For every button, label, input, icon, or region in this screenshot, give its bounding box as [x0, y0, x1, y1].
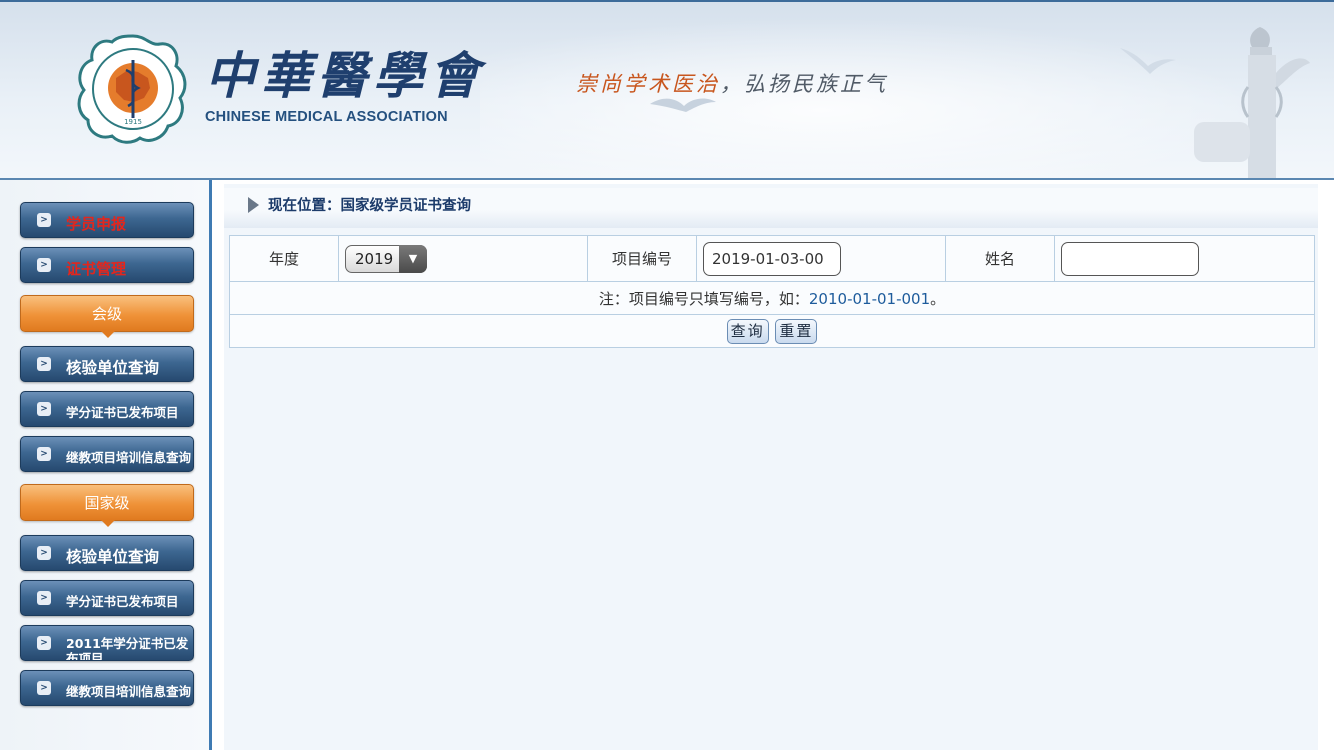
seal-year: 1915 [124, 118, 142, 126]
section-notch [101, 331, 115, 338]
search-button[interactable]: 查询 [726, 318, 769, 344]
year-label: 年度 [229, 235, 339, 282]
sidebar-item-hui-published-projects[interactable]: > 学分证书已发布项目 [20, 391, 194, 427]
header-slogan: 崇尚学术医治，弘扬民族正气 [576, 66, 956, 102]
note-suffix: 。 [930, 289, 946, 308]
sidebar-item-guo-published-projects[interactable]: > 学分证书已发布项目 [20, 580, 194, 616]
sidebar-item-guo-2011-published[interactable]: > 2011年学分证书已发布项目 [20, 625, 194, 661]
note-row: 注：项目编号只填写编号，如：2010-01-01-001。 [229, 281, 1315, 315]
section-label: 国家级 [84, 494, 130, 512]
chevron-right-icon: > [37, 636, 51, 650]
sidebar-item-student-declaration[interactable]: > 学员申报 [20, 202, 194, 238]
name-label: 姓名 [945, 235, 1055, 282]
sidebar-section-national-level[interactable]: 国家级 [20, 484, 194, 527]
button-row: 查询 重置 [229, 314, 1315, 348]
name-cell [1054, 235, 1315, 282]
project-number-cell [696, 235, 946, 282]
sidebar-item-label: 学员申报 [66, 215, 127, 233]
reset-button[interactable]: 重置 [775, 318, 818, 344]
sidebar-item-label: 继教项目培训信息查询 [66, 450, 192, 465]
chevron-right-icon: > [37, 213, 51, 227]
sidebar-item-label: 核验单位查询 [66, 359, 160, 377]
chevron-down-icon: ▼ [399, 244, 427, 273]
crane-icon [650, 98, 716, 112]
project-number-label: 项目编号 [587, 235, 697, 282]
note-example: 2010-01-01-001 [808, 289, 931, 308]
sidebar-item-label: 证书管理 [66, 260, 127, 278]
sidebar-item-label: 继教项目培训信息查询 [66, 684, 192, 699]
breadcrumb: 现在位置：国家级学员证书查询 [224, 188, 1318, 228]
sidebar-item-guo-verify-unit[interactable]: > 核验单位查询 [20, 535, 194, 571]
association-seal-icon: 1915 [77, 34, 187, 144]
name-input[interactable] [1061, 241, 1199, 276]
sidebar-item-label: 学分证书已发布项目 [66, 405, 179, 420]
chevron-right-icon: > [37, 402, 51, 416]
logo-chinese-title: 中華醫學會 [205, 46, 485, 105]
slogan-part-2: 弘扬民族正气 [744, 72, 888, 96]
sidebar-section-association-level[interactable]: 会级 [20, 295, 194, 338]
query-form: 年度 2019 ▼ 项目编号 姓名 注：项目编号只填写编号，如：2010-01-… [229, 235, 1315, 348]
sidebar-item-hui-verify-unit[interactable]: > 核验单位查询 [20, 346, 194, 382]
sidebar-item-label: 核验单位查询 [66, 548, 160, 566]
chevron-right-icon: > [37, 357, 51, 371]
breadcrumb-arrow-icon [248, 197, 259, 213]
sidebar-item-certificate-management[interactable]: > 证书管理 [20, 247, 194, 283]
chevron-right-icon: > [37, 258, 51, 272]
note-prefix: 注：项目编号只填写编号，如： [598, 289, 809, 308]
chevron-right-icon: > [37, 447, 51, 461]
chevron-right-icon: > [37, 591, 51, 605]
chevron-right-icon: > [37, 546, 51, 560]
year-select-value: 2019 [355, 249, 394, 268]
slogan-separator: ， [720, 72, 744, 96]
crane-icon-2 [1120, 48, 1176, 74]
year-select[interactable]: 2019 ▼ [345, 244, 427, 273]
sidebar-item-guo-training-info[interactable]: > 继教项目培训信息查询 [20, 670, 194, 706]
huabiao-pillar-icon [1194, 27, 1310, 180]
sidebar: > 学员申报 > 证书管理 会级 > 核验单位查询 > 学分证书已发布项目 > … [0, 180, 212, 750]
breadcrumb-text: 现在位置：国家级学员证书查询 [268, 198, 471, 214]
sidebar-item-hui-training-info[interactable]: > 继教项目培训信息查询 [20, 436, 194, 472]
sidebar-item-label: 2011年学分证书已发布项目 [66, 636, 189, 661]
project-number-input[interactable] [703, 241, 841, 276]
logo-english-title: CHINESE MEDICAL ASSOCIATION [205, 109, 448, 125]
section-notch [101, 520, 115, 527]
year-cell: 2019 ▼ [338, 235, 588, 282]
chevron-right-icon: > [37, 681, 51, 695]
section-label: 会级 [91, 305, 122, 323]
sidebar-item-label: 学分证书已发布项目 [66, 594, 179, 609]
site-header: 1915 中華醫學會 CHINESE MEDICAL ASSOCIATION 崇… [0, 0, 1334, 180]
